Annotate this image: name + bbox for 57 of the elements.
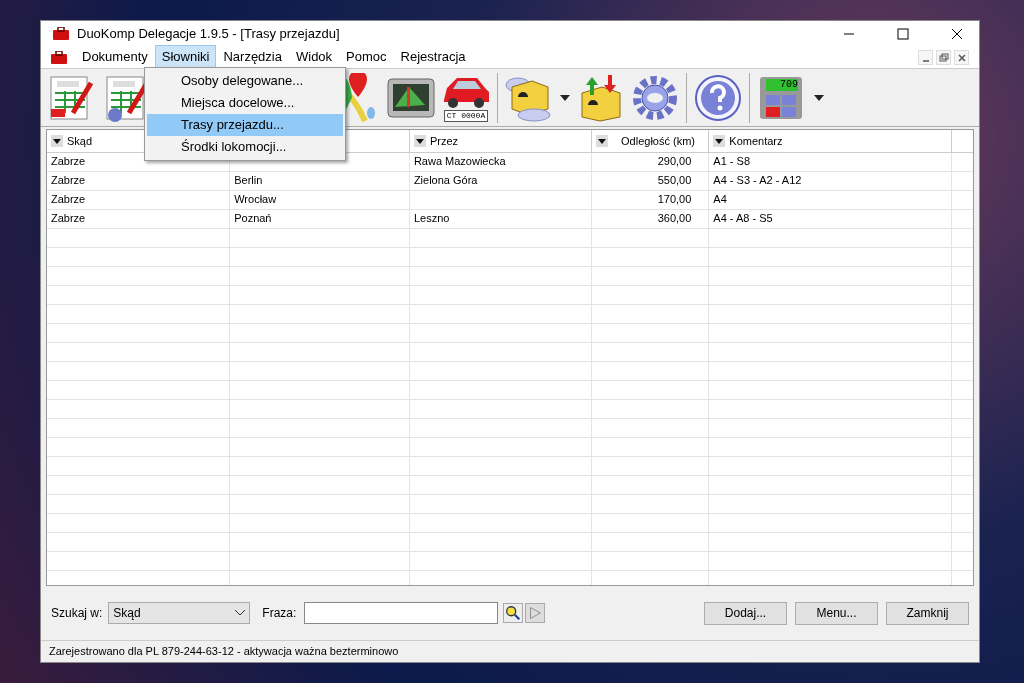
menu-item[interactable]: Dokumenty (75, 45, 155, 69)
menu-item[interactable]: Miejsca docelowe... (147, 92, 343, 114)
column-dropdown[interactable]: Skąd (108, 602, 251, 624)
sort-dropdown-icon[interactable] (413, 134, 426, 147)
window-title: DuoKomp Delegacje 1.9.5 - [Trasy przejazdu] (77, 24, 340, 43)
table-cell: Zabrze (51, 155, 86, 168)
menu-item[interactable]: Środki lokomocji... (147, 136, 343, 158)
license-plate: CT 0000A (443, 109, 489, 122)
help-icon[interactable] (693, 72, 743, 123)
status-text: Zarejestrowano dla PL 879-244-63-12 - aktywacja ważna bezterminowo (49, 644, 399, 660)
search-label: Szukaj w: (51, 605, 103, 622)
table-cell: Zabrze (51, 193, 86, 206)
menu-item[interactable]: Narzędzia (216, 45, 289, 69)
chevron-icon (235, 610, 246, 616)
table-cell: 550,00 (657, 174, 692, 187)
sort-dropdown-icon[interactable] (713, 134, 726, 147)
sort-dropdown-icon[interactable] (51, 134, 63, 147)
column-header[interactable]: Skąd (67, 132, 93, 149)
menu-item[interactable]: Osoby delegowane... (147, 70, 343, 92)
action-button[interactable]: Menu... (795, 601, 878, 625)
action-button[interactable]: Dodaj... (704, 601, 787, 625)
table-cell: 170,00 (657, 193, 692, 206)
restore-icon[interactable] (936, 49, 951, 65)
maximize-icon[interactable] (897, 27, 909, 40)
table-cell: Poznań (234, 212, 272, 225)
caret-icon[interactable] (560, 94, 570, 101)
table-cell: Wrocław (234, 193, 277, 206)
action-button[interactable]: Zamknij (886, 601, 969, 625)
phrase-label: Fraza: (262, 605, 297, 622)
menu-item[interactable]: Widok (288, 45, 340, 69)
table-cell: A4 - A8 - S5 (713, 212, 773, 225)
minimize-icon[interactable] (918, 49, 933, 65)
table-cell: Zielona Góra (413, 174, 478, 187)
table-cell: Berlin (234, 174, 263, 187)
search-icon[interactable] (503, 603, 524, 623)
caret-icon[interactable] (814, 94, 824, 101)
phrase-field[interactable] (304, 602, 499, 624)
menu-item[interactable]: Trasy przejazdu... (147, 114, 343, 136)
menu-item[interactable]: Słowniki (154, 45, 217, 69)
briefcase-icon (51, 50, 67, 64)
table-cell: A1 - S8 (713, 155, 750, 168)
table-cell: Zabrze (51, 174, 86, 187)
column-header[interactable]: Odległość (km) (611, 132, 705, 149)
table-cell: 290,00 (657, 155, 692, 168)
column-header[interactable]: Przez (429, 132, 458, 149)
close-icon[interactable] (951, 27, 963, 40)
table-cell: Rawa Mazowiecka (413, 155, 506, 168)
table-cell: Zabrze (51, 212, 86, 225)
sort-dropdown-icon[interactable] (595, 134, 608, 147)
table-cell: A4 (713, 193, 727, 206)
briefcase-icon (53, 27, 69, 40)
table-cell: Leszno (413, 212, 450, 225)
column-header[interactable]: Komentarz (729, 132, 783, 149)
menu-item[interactable]: Pomoc (339, 45, 394, 69)
table-cell: 360,00 (657, 212, 692, 225)
menu-item[interactable]: Rejestracja (393, 45, 473, 69)
table-cell: A4 - S3 - A2 - A12 (713, 174, 802, 187)
